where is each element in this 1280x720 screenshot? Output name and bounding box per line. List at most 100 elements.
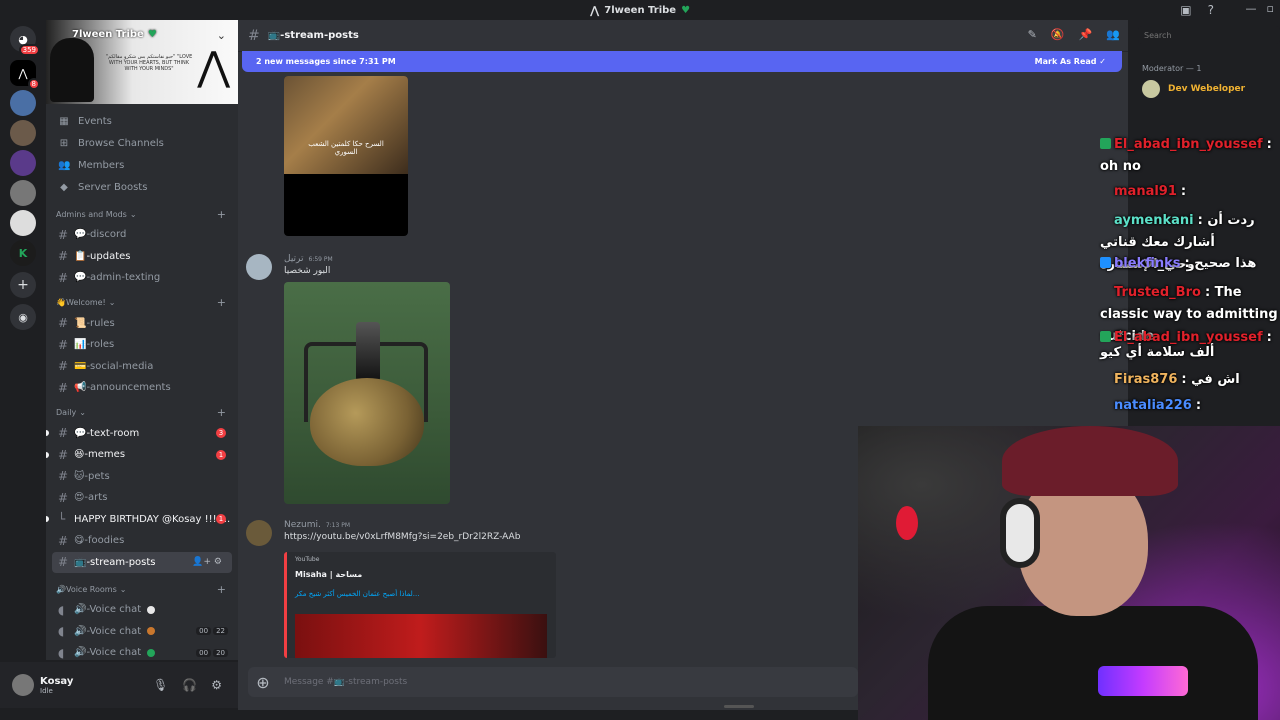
video-thumbnail: السرح حكا كلمتين الشعب السوري: [284, 76, 408, 174]
gear-icon[interactable]: ⚙: [211, 678, 222, 692]
voice-channel-item[interactable]: ◖ 🔊-Voice chat 00 20: [46, 642, 238, 660]
message-author[interactable]: Nezumi.: [284, 520, 321, 530]
channel-item[interactable]: └ HAPPY BIRTHDAY @Kosay !!!!... 1: [46, 509, 238, 531]
banner-logo-icon: ⋀: [197, 44, 230, 90]
pin-icon[interactable]: 📌: [1079, 28, 1093, 41]
chat-text: :: [1180, 184, 1187, 199]
inbox-icon[interactable]: ▣: [1180, 3, 1191, 17]
chevron-down-icon[interactable]: ⌄: [217, 29, 226, 42]
embed-title-link[interactable]: لماذا أصبح عثمان الخميس أكثر شيخ مكر...: [295, 590, 419, 598]
channel-label: 😍-arts: [74, 492, 108, 504]
wall-decoration: [896, 506, 918, 540]
category-admins[interactable]: Admins and Mods ⌄ +: [46, 204, 238, 224]
chat-text: :: [1195, 398, 1202, 413]
mark-as-read-button[interactable]: Mark As Read ✓: [1035, 57, 1106, 66]
voice-channel-item[interactable]: ◖ 🔊-Voice chat 00 22: [46, 621, 238, 643]
threads-icon[interactable]: ✎: [1028, 28, 1037, 41]
attach-plus-icon[interactable]: ⊕: [248, 673, 278, 692]
webcam-overlay: [858, 426, 1280, 720]
channel-item[interactable]: # 📋-updates: [46, 246, 238, 268]
add-server-button[interactable]: +: [10, 272, 36, 298]
image-attachment[interactable]: [284, 282, 450, 504]
server-7lween-tribe[interactable]: ⋀ 8: [10, 60, 40, 90]
home-button[interactable]: ◕ 359: [10, 26, 40, 56]
members-icon: 👥: [58, 159, 71, 171]
add-channel-icon[interactable]: +: [217, 406, 226, 419]
stove-tank: [310, 378, 424, 466]
channel-item[interactable]: # 📜-rules: [46, 313, 238, 335]
server-icon-5[interactable]: [10, 150, 36, 176]
embed-thumbnail[interactable]: [295, 614, 547, 658]
message-author[interactable]: ترتيل: [284, 254, 304, 264]
category-welcome[interactable]: 👋Welcome! ⌄ +: [46, 293, 238, 313]
hash-icon: #: [248, 27, 260, 44]
count-value: 22: [213, 627, 228, 636]
member-item[interactable]: Dev Webeloper: [1142, 80, 1245, 98]
server-logo-icon: ⋀: [18, 66, 28, 80]
search-input[interactable]: [1138, 26, 1280, 44]
hash-icon: #: [58, 469, 69, 484]
channel-item[interactable]: # 📊-roles: [46, 334, 238, 356]
channel-label: 💬-admin-texting: [74, 272, 161, 284]
mention-badge: 3: [216, 428, 226, 439]
message-link[interactable]: https://youtu.be/v0xLrfM8Mfg?si=2eb_rDr2…: [284, 532, 520, 542]
nav-item-server-boosts[interactable]: ◆ Server Boosts: [46, 176, 238, 198]
video-attachment[interactable]: السرح حكا كلمتين الشعب السوري: [284, 76, 408, 236]
stream-chat-message: Firas876: اش في: [1100, 372, 1240, 387]
gear-icon[interactable]: ⚙: [214, 557, 222, 567]
headphones-icon[interactable]: 🎧: [182, 678, 197, 692]
avatar[interactable]: [12, 674, 34, 696]
message-input[interactable]: [284, 677, 804, 687]
avatar[interactable]: [246, 254, 272, 280]
embed-author[interactable]: Misaha | مساحة: [295, 570, 362, 579]
chat-username: Firas876: [1114, 372, 1178, 387]
voice-channel-item[interactable]: ◖ 🔊-Voice chat: [46, 599, 238, 621]
add-channel-icon[interactable]: +: [217, 296, 226, 309]
nav-item-members[interactable]: 👥 Members: [46, 154, 238, 176]
channel-item[interactable]: # 🐱-pets: [46, 466, 238, 488]
channel-item[interactable]: # 😋-foodies: [46, 530, 238, 552]
channel-item[interactable]: # 😍-arts: [46, 487, 238, 509]
channel-item[interactable]: # 📢-announcements: [46, 377, 238, 399]
category-voice[interactable]: 🔊Voice Rooms ⌄ +: [46, 579, 238, 599]
channel-item[interactable]: # 💬-text-room 3: [46, 423, 238, 445]
microphone-icon[interactable]: 🎙: [153, 678, 168, 692]
minimize-button[interactable]: —: [1246, 2, 1257, 15]
window-title-text: 7lween Tribe: [604, 4, 677, 16]
category-label: 👋Welcome!: [56, 298, 106, 307]
channel-item[interactable]: # 😆-memes 1: [46, 444, 238, 466]
nav-item-browse-channels[interactable]: ⊞ Browse Channels: [46, 132, 238, 154]
new-messages-bar[interactable]: 2 new messages since 7:31 PM Mark As Rea…: [242, 51, 1122, 72]
channel-item[interactable]: # 📺-stream-posts 👤+ ⚙: [52, 551, 232, 573]
server-banner[interactable]: 7lween Tribe ♥ ⌄ "حبو نفاستكم بس شكرو مق…: [46, 20, 238, 104]
add-channel-icon[interactable]: +: [217, 583, 226, 596]
add-channel-icon[interactable]: +: [217, 208, 226, 221]
invite-icon[interactable]: 👤+: [192, 557, 214, 567]
channel-item[interactable]: # 💬-discord: [46, 224, 238, 246]
notifications-icon[interactable]: 🔕: [1051, 28, 1065, 41]
server-name[interactable]: 7lween Tribe ♥: [72, 29, 157, 40]
server-icon-8[interactable]: K: [10, 240, 36, 266]
server-icon-4[interactable]: [10, 120, 36, 146]
server-icon-7[interactable]: [10, 210, 36, 236]
channel-actions: 👤+ ⚙: [192, 557, 222, 567]
hash-icon: #: [58, 426, 69, 441]
server-icon-3[interactable]: [10, 90, 36, 116]
nav-item-events[interactable]: ▦ Events: [46, 110, 238, 132]
channel-sidebar: 7lween Tribe ♥ ⌄ "حبو نفاستكم بس شكرو مق…: [46, 20, 238, 660]
category-daily[interactable]: Daily ⌄ +: [46, 403, 238, 423]
avatar[interactable]: [246, 520, 272, 546]
help-icon[interactable]: ?: [1208, 3, 1214, 17]
scrollbar[interactable]: [724, 705, 754, 708]
stream-chat-message: manal91:: [1100, 184, 1186, 199]
banner-quote: "حبو نفاستكم بس شكرو مقالكم" "LOVE WITH …: [105, 54, 193, 72]
member-list-icon[interactable]: 👥: [1106, 28, 1120, 41]
message-timestamp: 6:59 PM: [308, 256, 333, 263]
user-name[interactable]: Kosay: [40, 676, 73, 687]
maximize-button[interactable]: ▫: [1267, 2, 1274, 15]
discover-button[interactable]: ◉: [10, 304, 36, 330]
channel-item[interactable]: # 💬-admin-texting: [46, 267, 238, 289]
channel-item[interactable]: # 💳-social-media: [46, 356, 238, 378]
server-icon-6[interactable]: [10, 180, 36, 206]
server-nav: ▦ Events ⊞ Browse Channels 👥 Members ◆ Server B…: [46, 110, 238, 198]
